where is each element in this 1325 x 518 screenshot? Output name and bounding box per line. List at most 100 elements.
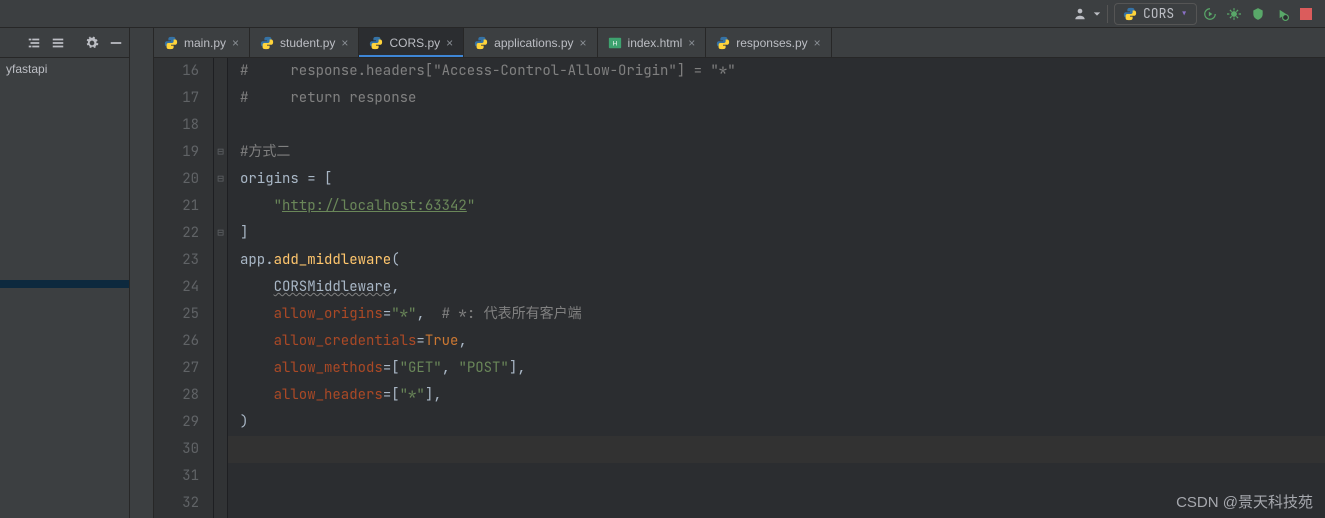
editor-tab-CORS-py[interactable]: CORS.py× [359, 28, 464, 57]
python-file-icon [164, 36, 178, 50]
code-token [240, 197, 274, 215]
code-line[interactable] [228, 112, 1325, 139]
tab-label: applications.py [494, 36, 573, 50]
tab-close-icon[interactable]: × [814, 36, 821, 50]
fold-handle[interactable]: ⊟ [214, 166, 227, 193]
structure-flat-icon[interactable] [51, 36, 65, 50]
run-profile-button[interactable] [1271, 3, 1293, 25]
code-line[interactable]: app.add_middleware( [228, 247, 1325, 274]
code-line[interactable]: "http://localhost:63342" [228, 193, 1325, 220]
debug-button[interactable] [1223, 3, 1245, 25]
tab-label: student.py [280, 36, 335, 50]
tool-strip [130, 28, 154, 518]
code-token: . [265, 251, 273, 269]
python-file-icon [716, 36, 730, 50]
svg-text:H: H [612, 40, 616, 47]
code-token: add_middleware [274, 251, 392, 269]
project-root-item[interactable]: yfastapi [0, 58, 129, 80]
project-panel-header [0, 28, 129, 58]
fold-handle[interactable]: ⊟ [214, 139, 227, 166]
code-token: CORSMiddleware [274, 278, 392, 296]
project-tool-window: yfastapi [0, 28, 130, 518]
code-line[interactable]: ) [228, 409, 1325, 436]
watermark-text: CSDN @景天科技苑 [1176, 491, 1313, 512]
run-config-selector[interactable]: CORS ▾ [1114, 3, 1197, 25]
code-token: =[ [383, 386, 400, 404]
code-editor[interactable]: 1617181920212223242526272829303132 ⊟⊟⊟ #… [154, 58, 1325, 518]
fold-gutter[interactable]: ⊟⊟⊟ [214, 58, 228, 518]
editor-tab-index-html[interactable]: Hindex.html× [598, 28, 707, 57]
structure-indent-icon[interactable] [27, 36, 41, 50]
tab-close-icon[interactable]: × [341, 36, 348, 50]
collapse-icon[interactable] [109, 36, 123, 50]
code-token: # *: 代表所有客户端 [442, 305, 582, 323]
code-token: "GET" [400, 359, 442, 377]
python-file-icon [474, 36, 488, 50]
tab-close-icon[interactable]: × [688, 36, 695, 50]
code-line[interactable]: # return response [228, 85, 1325, 112]
code-line[interactable] [228, 490, 1325, 517]
line-number: 20 [154, 166, 199, 193]
run-coverage-button[interactable] [1247, 3, 1269, 25]
code-line[interactable] [228, 436, 1325, 463]
code-line[interactable] [228, 463, 1325, 490]
gear-icon[interactable] [85, 36, 99, 50]
line-number-gutter: 1617181920212223242526272829303132 [154, 58, 214, 518]
tab-close-icon[interactable]: × [580, 36, 587, 50]
project-selected-item[interactable] [0, 280, 129, 288]
code-line[interactable]: ] [228, 220, 1325, 247]
editor-panel: main.py×student.py×CORS.py×applications.… [154, 28, 1325, 518]
code-line[interactable]: allow_origins="*", # *: 代表所有客户端 [228, 301, 1325, 328]
code-token: #方式二 [240, 143, 290, 161]
code-line[interactable]: allow_headers=["*"], [228, 382, 1325, 409]
code-line[interactable]: # response.headers["Access-Control-Allow… [228, 58, 1325, 85]
tab-close-icon[interactable]: × [232, 36, 239, 50]
line-number: 16 [154, 58, 199, 85]
line-number: 19 [154, 139, 199, 166]
editor-tab-student-py[interactable]: student.py × [250, 28, 359, 57]
line-number: 30 [154, 436, 199, 463]
editor-tab-applications-py[interactable]: applications.py × [464, 28, 597, 57]
main-toolbar: CORS ▾ [0, 0, 1325, 28]
stop-button[interactable] [1295, 3, 1317, 25]
code-token: ] [240, 224, 248, 242]
code-token: "*" [391, 305, 416, 323]
code-token [240, 332, 274, 350]
code-token: , [458, 332, 466, 350]
run-config-label: CORS [1143, 5, 1174, 22]
python-file-icon [260, 36, 274, 50]
code-token [240, 359, 274, 377]
fold-handle [214, 85, 227, 112]
code-line[interactable]: CORSMiddleware, [228, 274, 1325, 301]
code-token: "POST" [458, 359, 508, 377]
line-number: 21 [154, 193, 199, 220]
line-number: 18 [154, 112, 199, 139]
code-token: ], [425, 386, 442, 404]
code-token: http://localhost:63342 [282, 197, 467, 215]
code-area[interactable]: # response.headers["Access-Control-Allow… [228, 58, 1325, 518]
code-line[interactable]: allow_methods=["GET", "POST"], [228, 355, 1325, 382]
fold-handle [214, 490, 227, 517]
python-file-icon [369, 36, 383, 50]
line-number: 23 [154, 247, 199, 274]
code-line[interactable]: allow_credentials=True, [228, 328, 1325, 355]
tab-label: main.py [184, 36, 226, 50]
code-line[interactable]: origins = [ [228, 166, 1325, 193]
fold-handle[interactable]: ⊟ [214, 220, 227, 247]
fold-handle [214, 274, 227, 301]
editor-tab-main-py[interactable]: main.py × [154, 28, 250, 57]
fold-handle [214, 58, 227, 85]
editor-tab-responses-py[interactable]: responses.py× [706, 28, 831, 57]
user-menu-button[interactable] [1069, 3, 1091, 25]
tab-close-icon[interactable]: × [446, 36, 453, 50]
code-token: allow_credentials [274, 332, 417, 350]
line-number: 26 [154, 328, 199, 355]
line-number: 28 [154, 382, 199, 409]
line-number: 27 [154, 355, 199, 382]
code-token: # return response [240, 89, 416, 107]
code-token: allow_methods [274, 359, 383, 377]
code-line[interactable]: #方式二 [228, 139, 1325, 166]
run-button[interactable] [1199, 3, 1221, 25]
code-token: allow_headers [274, 386, 383, 404]
code-token: # response.headers["Access-Control-Allow… [240, 62, 736, 80]
